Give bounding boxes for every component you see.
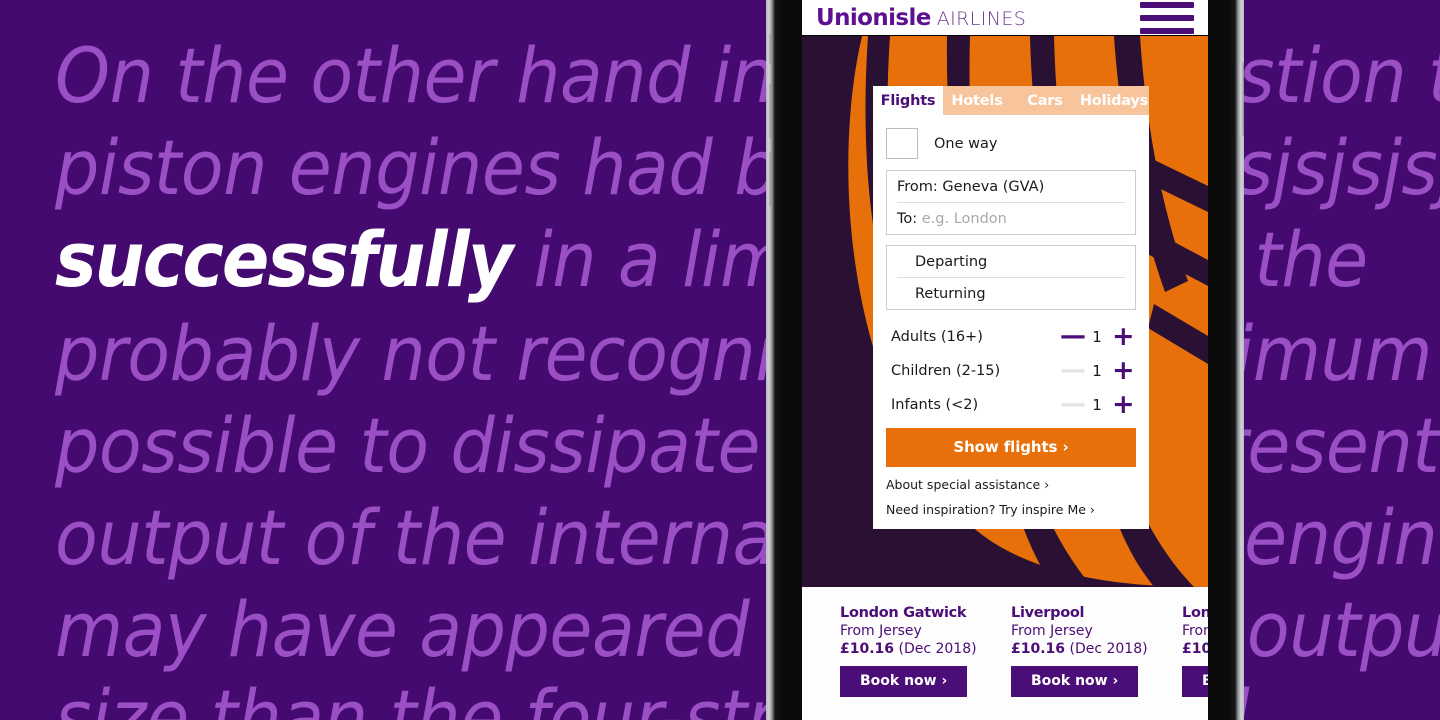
passenger-row-infants: Infants (<2) — 1 + <box>886 388 1136 422</box>
deal-card[interactable]: London Gatwick From Inverness £10.16 (Ja… <box>1182 605 1208 697</box>
brand-logo[interactable]: Unionisle AIRLINES <box>816 5 1026 31</box>
deal-card[interactable]: Liverpool From Jersey £10.16 (Dec 2018) … <box>1011 605 1156 697</box>
hero-section: Flights Hotels Cars Holidays One way Fro… <box>802 36 1208 587</box>
volume-down-button[interactable] <box>766 152 771 206</box>
booking-form: One way From: Geneva (GVA) To: e.g. Lond… <box>873 115 1149 529</box>
departing-field[interactable]: Departing <box>887 246 1135 277</box>
one-way-row: One way <box>886 125 1136 170</box>
tab-flights[interactable]: Flights <box>873 86 943 115</box>
special-assistance-link[interactable]: About special assistance › <box>886 467 1136 492</box>
phone-mockup: BELL ◕ 4:21 PM ☉ 100% Unionisle AIRLINES <box>766 0 1244 720</box>
logo-brand-suffix: AIRLINES <box>936 7 1027 30</box>
deal-card[interactable]: London Gatwick From Jersey £10.16 (Dec 2… <box>840 605 985 697</box>
deal-price: £10.16 (Jan 2019) <box>1182 639 1208 657</box>
to-field[interactable]: To: e.g. London <box>887 203 1135 234</box>
deal-price: £10.16 (Dec 2018) <box>1011 639 1156 657</box>
book-now-button[interactable]: Book now › <box>1011 666 1139 697</box>
passenger-row-adults: Adults (16+) — 1 + <box>886 320 1136 354</box>
children-decrement-button[interactable]: — <box>1060 358 1086 383</box>
inspire-me-link[interactable]: Need inspiration? Try inspire Me › <box>886 492 1136 517</box>
deal-price-amount: £10.16 <box>1011 641 1066 657</box>
book-now-button[interactable]: Book now › <box>840 666 968 697</box>
returning-field[interactable]: Returning <box>887 278 1135 309</box>
one-way-label: One way <box>934 135 998 152</box>
volume-up-button[interactable] <box>766 84 771 138</box>
deal-origin: From Jersey <box>1011 623 1093 639</box>
tab-hotels[interactable]: Hotels <box>943 86 1011 115</box>
deals-section: London Gatwick From Jersey £10.16 (Dec 2… <box>802 587 1208 720</box>
deal-destination: Liverpool <box>1011 605 1085 621</box>
logo-brand-name: Unionisle <box>816 4 931 31</box>
power-button[interactable] <box>1239 62 1244 136</box>
tab-holidays[interactable]: Holidays <box>1079 86 1149 115</box>
adults-increment-button[interactable]: + <box>1112 323 1135 350</box>
booking-widget: Flights Hotels Cars Holidays One way Fro… <box>873 86 1149 529</box>
to-placeholder: e.g. London <box>921 211 1007 227</box>
from-field[interactable]: From: Geneva (GVA) <box>887 171 1135 202</box>
deal-price-amount: £10.16 <box>1182 641 1208 657</box>
book-now-button[interactable]: Book now › <box>1182 666 1208 697</box>
app-header: Unionisle AIRLINES <box>802 0 1208 36</box>
deal-origin: From Jersey <box>840 623 922 639</box>
deal-price-amount: £10.16 <box>840 641 895 657</box>
from-label: From: <box>897 179 938 195</box>
phone-screen: BELL ◕ 4:21 PM ☉ 100% Unionisle AIRLINES <box>802 0 1208 720</box>
show-flights-button[interactable]: Show flights › <box>886 428 1136 467</box>
route-field-group: From: Geneva (GVA) To: e.g. London <box>886 170 1136 235</box>
adults-decrement-button[interactable]: — <box>1060 324 1086 349</box>
hamburger-menu-icon[interactable] <box>1140 1 1194 34</box>
children-increment-button[interactable]: + <box>1112 357 1135 384</box>
passenger-row-children: Children (2-15) — 1 + <box>886 354 1136 388</box>
adults-count: 1 <box>1092 328 1102 346</box>
deal-destination: London Gatwick <box>840 605 967 621</box>
passenger-label-infants: Infants (<2) <box>891 397 979 413</box>
infants-count: 1 <box>1092 396 1102 414</box>
deal-price-period: (Dec 2018) <box>1069 641 1148 657</box>
passenger-label-adults: Adults (16+) <box>891 329 983 345</box>
tab-cars[interactable]: Cars <box>1011 86 1079 115</box>
dates-field-group: Departing Returning <box>886 245 1136 310</box>
silent-switch[interactable] <box>766 34 771 64</box>
booking-tabs: Flights Hotels Cars Holidays <box>873 86 1149 115</box>
highlight-word: successfully <box>55 215 513 304</box>
children-count: 1 <box>1092 362 1102 380</box>
from-value: Geneva (GVA) <box>942 179 1045 195</box>
one-way-checkbox[interactable] <box>886 128 918 159</box>
infants-decrement-button[interactable]: — <box>1060 392 1086 417</box>
passenger-label-children: Children (2-15) <box>891 363 1001 379</box>
deal-origin: From Inverness <box>1182 623 1208 639</box>
deal-card-list: London Gatwick From Jersey £10.16 (Dec 2… <box>840 605 1208 697</box>
deal-price-period: (Dec 2018) <box>898 641 977 657</box>
deal-destination: London Gatwick <box>1182 605 1208 621</box>
infants-increment-button[interactable]: + <box>1112 391 1135 418</box>
to-label: To: <box>897 211 918 227</box>
deal-price: £10.16 (Dec 2018) <box>840 639 985 657</box>
